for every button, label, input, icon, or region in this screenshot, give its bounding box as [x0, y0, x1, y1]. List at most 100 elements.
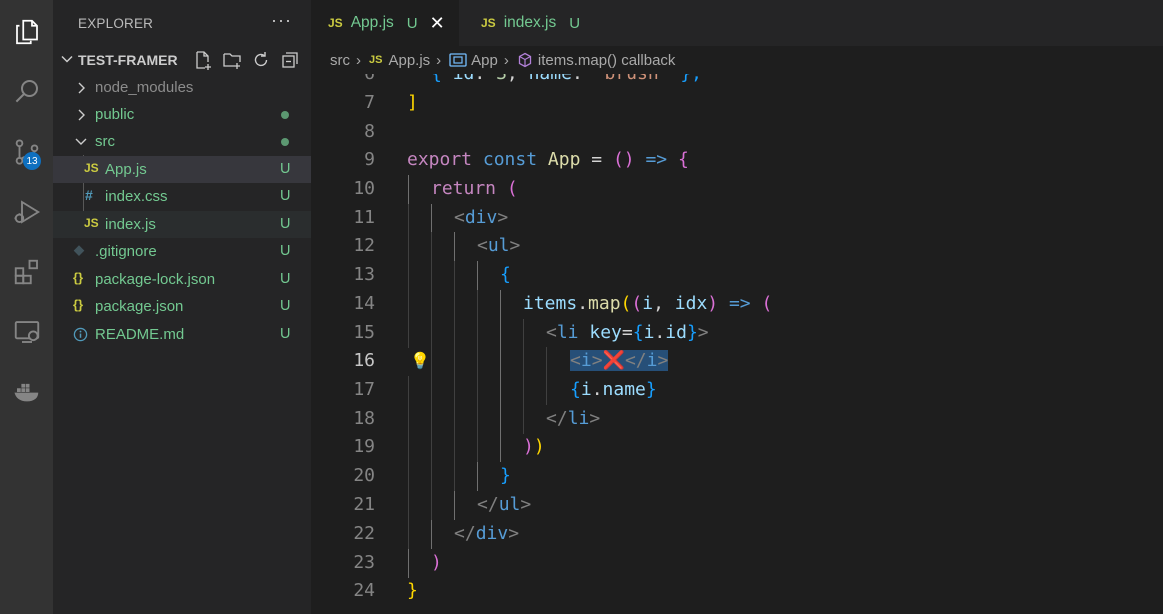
line-number: 13 — [353, 264, 375, 285]
line-number: 15 — [353, 322, 375, 343]
untracked-status: U — [280, 243, 291, 259]
line-content: export const App = () => { — [407, 149, 689, 170]
code-line: 18 </li> — [311, 405, 1163, 434]
breadcrumb-file[interactable]: App.js — [388, 52, 430, 69]
line-number: 23 — [353, 552, 375, 573]
code-line: 7 ] — [311, 89, 1163, 118]
tree-item-label: package-lock.json — [95, 271, 216, 288]
code-line: 21 </ul> — [311, 491, 1163, 520]
breadcrumb-component[interactable]: App — [471, 52, 498, 69]
docker-icon[interactable] — [0, 368, 53, 416]
tree-item-readme-md[interactable]: README.md U — [53, 321, 311, 348]
modified-dot — [281, 138, 289, 146]
chevron-down-icon — [61, 55, 73, 63]
line-content: </li> — [546, 408, 601, 429]
breadcrumb-folder[interactable]: src — [330, 52, 350, 69]
line-content: </div> — [454, 523, 520, 544]
sidebar-title: EXPLORER — [78, 16, 154, 31]
chevron-right-icon: › — [356, 51, 361, 69]
tree-item-label: App.js — [105, 161, 147, 178]
collapse-all-icon[interactable] — [280, 50, 300, 70]
tree-item-label: README.md — [95, 326, 185, 343]
tree-item-package-json[interactable]: {} package.json U — [53, 293, 311, 320]
untracked-status: U — [280, 188, 291, 204]
line-number: 20 — [353, 465, 375, 486]
breadcrumb-symbol[interactable]: items.map() callback — [538, 52, 676, 69]
tab-index-js[interactable]: JS index.js U — [459, 0, 599, 46]
code-line: 11 <div> — [311, 204, 1163, 233]
refresh-icon[interactable] — [251, 50, 271, 70]
search-icon[interactable] — [0, 67, 53, 115]
extensions-icon[interactable] — [0, 248, 53, 296]
tree-item-label: package.json — [95, 298, 184, 315]
line-content: items.map((i, idx) => ( — [523, 293, 773, 314]
chevron-right-icon: › — [436, 51, 442, 69]
tree-item-node-modules[interactable]: node_modules — [53, 74, 311, 101]
js-file-icon: JS — [84, 161, 99, 175]
explorer-icon[interactable] — [0, 8, 53, 56]
tab-label: App.js — [350, 14, 394, 31]
code-line: 9 export const App = () => { — [311, 146, 1163, 175]
line-content: { — [500, 264, 511, 285]
tree-item-index-css[interactable]: # index.css U — [53, 183, 311, 210]
source-control-icon[interactable]: 13 — [0, 128, 53, 176]
code-line: 6 { id: 3, name: "brush" }, — [311, 74, 1163, 89]
line-number: 12 — [353, 235, 375, 256]
tree-item-label: index.css — [105, 188, 168, 205]
chevron-right-icon — [78, 109, 85, 121]
code-editor[interactable]: 6 { id: 3, name: "brush" }, 7 ] 8 9 expo… — [311, 74, 1163, 614]
explorer-sidebar: EXPLORER ··· TEST-FRAMER node_modules pu… — [53, 0, 311, 614]
lightbulb-icon[interactable]: 💡 — [410, 351, 430, 370]
css-file-icon: # — [85, 187, 93, 203]
code-line: 10 return ( — [311, 175, 1163, 204]
modified-dot — [281, 111, 289, 119]
line-content: ) — [431, 552, 442, 573]
tree-item-label: .gitignore — [95, 243, 157, 260]
variable-symbol-icon — [449, 53, 467, 67]
breadcrumb: src › JS App.js › App › items.map() call… — [311, 46, 1163, 74]
line-number: 22 — [353, 523, 375, 544]
line-number: 10 — [353, 178, 375, 199]
code-line: 8 — [311, 118, 1163, 147]
code-line-current: 16 💡 <i>❌</i> — [311, 347, 1163, 376]
line-number: 14 — [353, 293, 375, 314]
method-symbol-icon — [518, 52, 532, 68]
js-file-icon: JS — [481, 16, 496, 30]
code-line: 20 } — [311, 462, 1163, 491]
run-debug-icon[interactable] — [0, 188, 53, 236]
tree-item-public[interactable]: public — [53, 101, 311, 128]
code-line: 12 <ul> — [311, 232, 1163, 261]
line-content: {i.name} — [570, 379, 657, 400]
new-file-icon[interactable] — [193, 50, 213, 70]
line-content: } — [407, 580, 418, 601]
tree-item-src[interactable]: src — [53, 128, 311, 155]
line-content: <ul> — [477, 235, 521, 256]
project-name: TEST-FRAMER — [78, 52, 178, 68]
line-content: { id: 3, name: "brush" }, — [431, 74, 702, 84]
code-line: 22 </div> — [311, 520, 1163, 549]
project-section-header[interactable]: TEST-FRAMER — [53, 46, 311, 74]
tab-app-js[interactable]: JS App.js U ✕ — [311, 0, 459, 46]
code-line: 14 items.map((i, idx) => ( — [311, 290, 1163, 319]
js-file-icon: JS — [328, 16, 343, 30]
tab-status: U — [569, 14, 581, 32]
line-number: 6 — [311, 74, 375, 84]
close-icon[interactable]: ✕ — [430, 13, 445, 34]
new-folder-icon[interactable] — [222, 50, 242, 70]
tree-item-index-js[interactable]: JS index.js U — [53, 211, 311, 238]
tree-item-label: src — [95, 133, 115, 150]
tree-item-gitignore[interactable]: ◆ .gitignore U — [53, 238, 311, 265]
code-line: 17 {i.name} — [311, 376, 1163, 405]
chevron-down-icon — [75, 138, 87, 145]
tree-item-app-js[interactable]: JS App.js U — [53, 156, 311, 183]
remote-explorer-icon[interactable] — [0, 308, 53, 356]
more-actions-icon[interactable]: ··· — [271, 10, 292, 31]
selected-code[interactable]: <i>❌</i> — [570, 350, 669, 371]
tab-status: U — [406, 14, 418, 32]
tab-label: index.js — [503, 14, 557, 31]
tree-item-package-lock-json[interactable]: {} package-lock.json U — [53, 266, 311, 293]
line-number: 18 — [353, 408, 375, 429]
line-content: <div> — [454, 207, 509, 228]
activity-bar: 13 — [0, 0, 53, 614]
line-number: 9 — [364, 149, 375, 170]
